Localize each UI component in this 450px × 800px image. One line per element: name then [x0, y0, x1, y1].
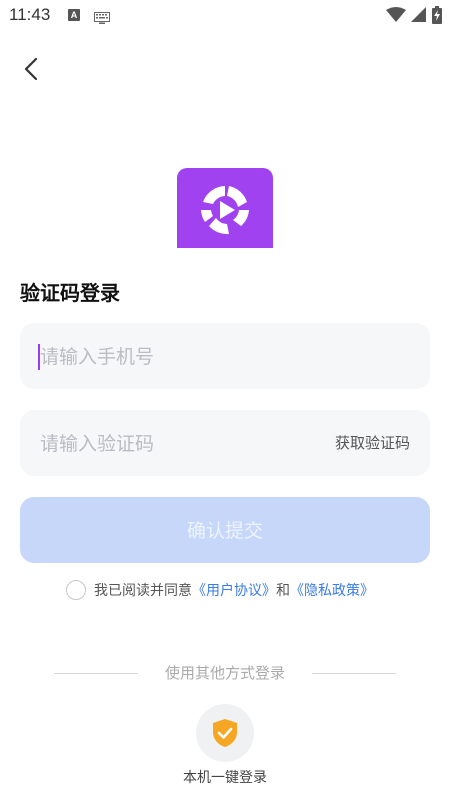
- status-time: 11:43: [9, 5, 51, 24]
- signal-icon: [411, 7, 427, 27]
- phone-field-container: [20, 323, 430, 391]
- verification-code-input[interactable]: [38, 410, 342, 478]
- battery-charging-icon: [432, 6, 442, 28]
- status-bar: 11:43 A: [0, 0, 450, 32]
- divider-line-right: [312, 673, 396, 674]
- get-code-button[interactable]: 获取验证码: [335, 432, 410, 453]
- other-login-divider: 使用其他方式登录: [54, 662, 396, 684]
- agreement-prefix: 我已阅读并同意: [94, 583, 192, 599]
- phone-input[interactable]: [38, 323, 342, 391]
- back-button[interactable]: [18, 56, 44, 82]
- shield-check-icon: [213, 719, 237, 747]
- a-badge-icon: A: [68, 9, 80, 21]
- app-logo: [177, 168, 273, 248]
- code-field-container: 获取验证码: [20, 410, 430, 478]
- chevron-left-icon: [24, 57, 38, 81]
- agreement-checkbox[interactable]: [66, 580, 86, 600]
- page-title: 验证码登录: [20, 281, 120, 305]
- submit-button[interactable]: 确认提交: [20, 497, 430, 563]
- user-agreement-link[interactable]: 《用户协议》: [192, 580, 276, 600]
- agreement-row: 我已阅读并同意 《用户协议》 和 《隐私政策》: [66, 578, 374, 602]
- wifi-icon: [386, 7, 406, 27]
- agreement-conjunction: 和: [276, 583, 290, 599]
- privacy-policy-link[interactable]: 《隐私政策》: [290, 580, 374, 600]
- app-logo-play-icon: [201, 186, 249, 235]
- onekey-login-label[interactable]: 本机一键登录: [0, 767, 450, 787]
- keyboard-icon: [94, 9, 110, 28]
- onekey-login-button[interactable]: [196, 704, 254, 762]
